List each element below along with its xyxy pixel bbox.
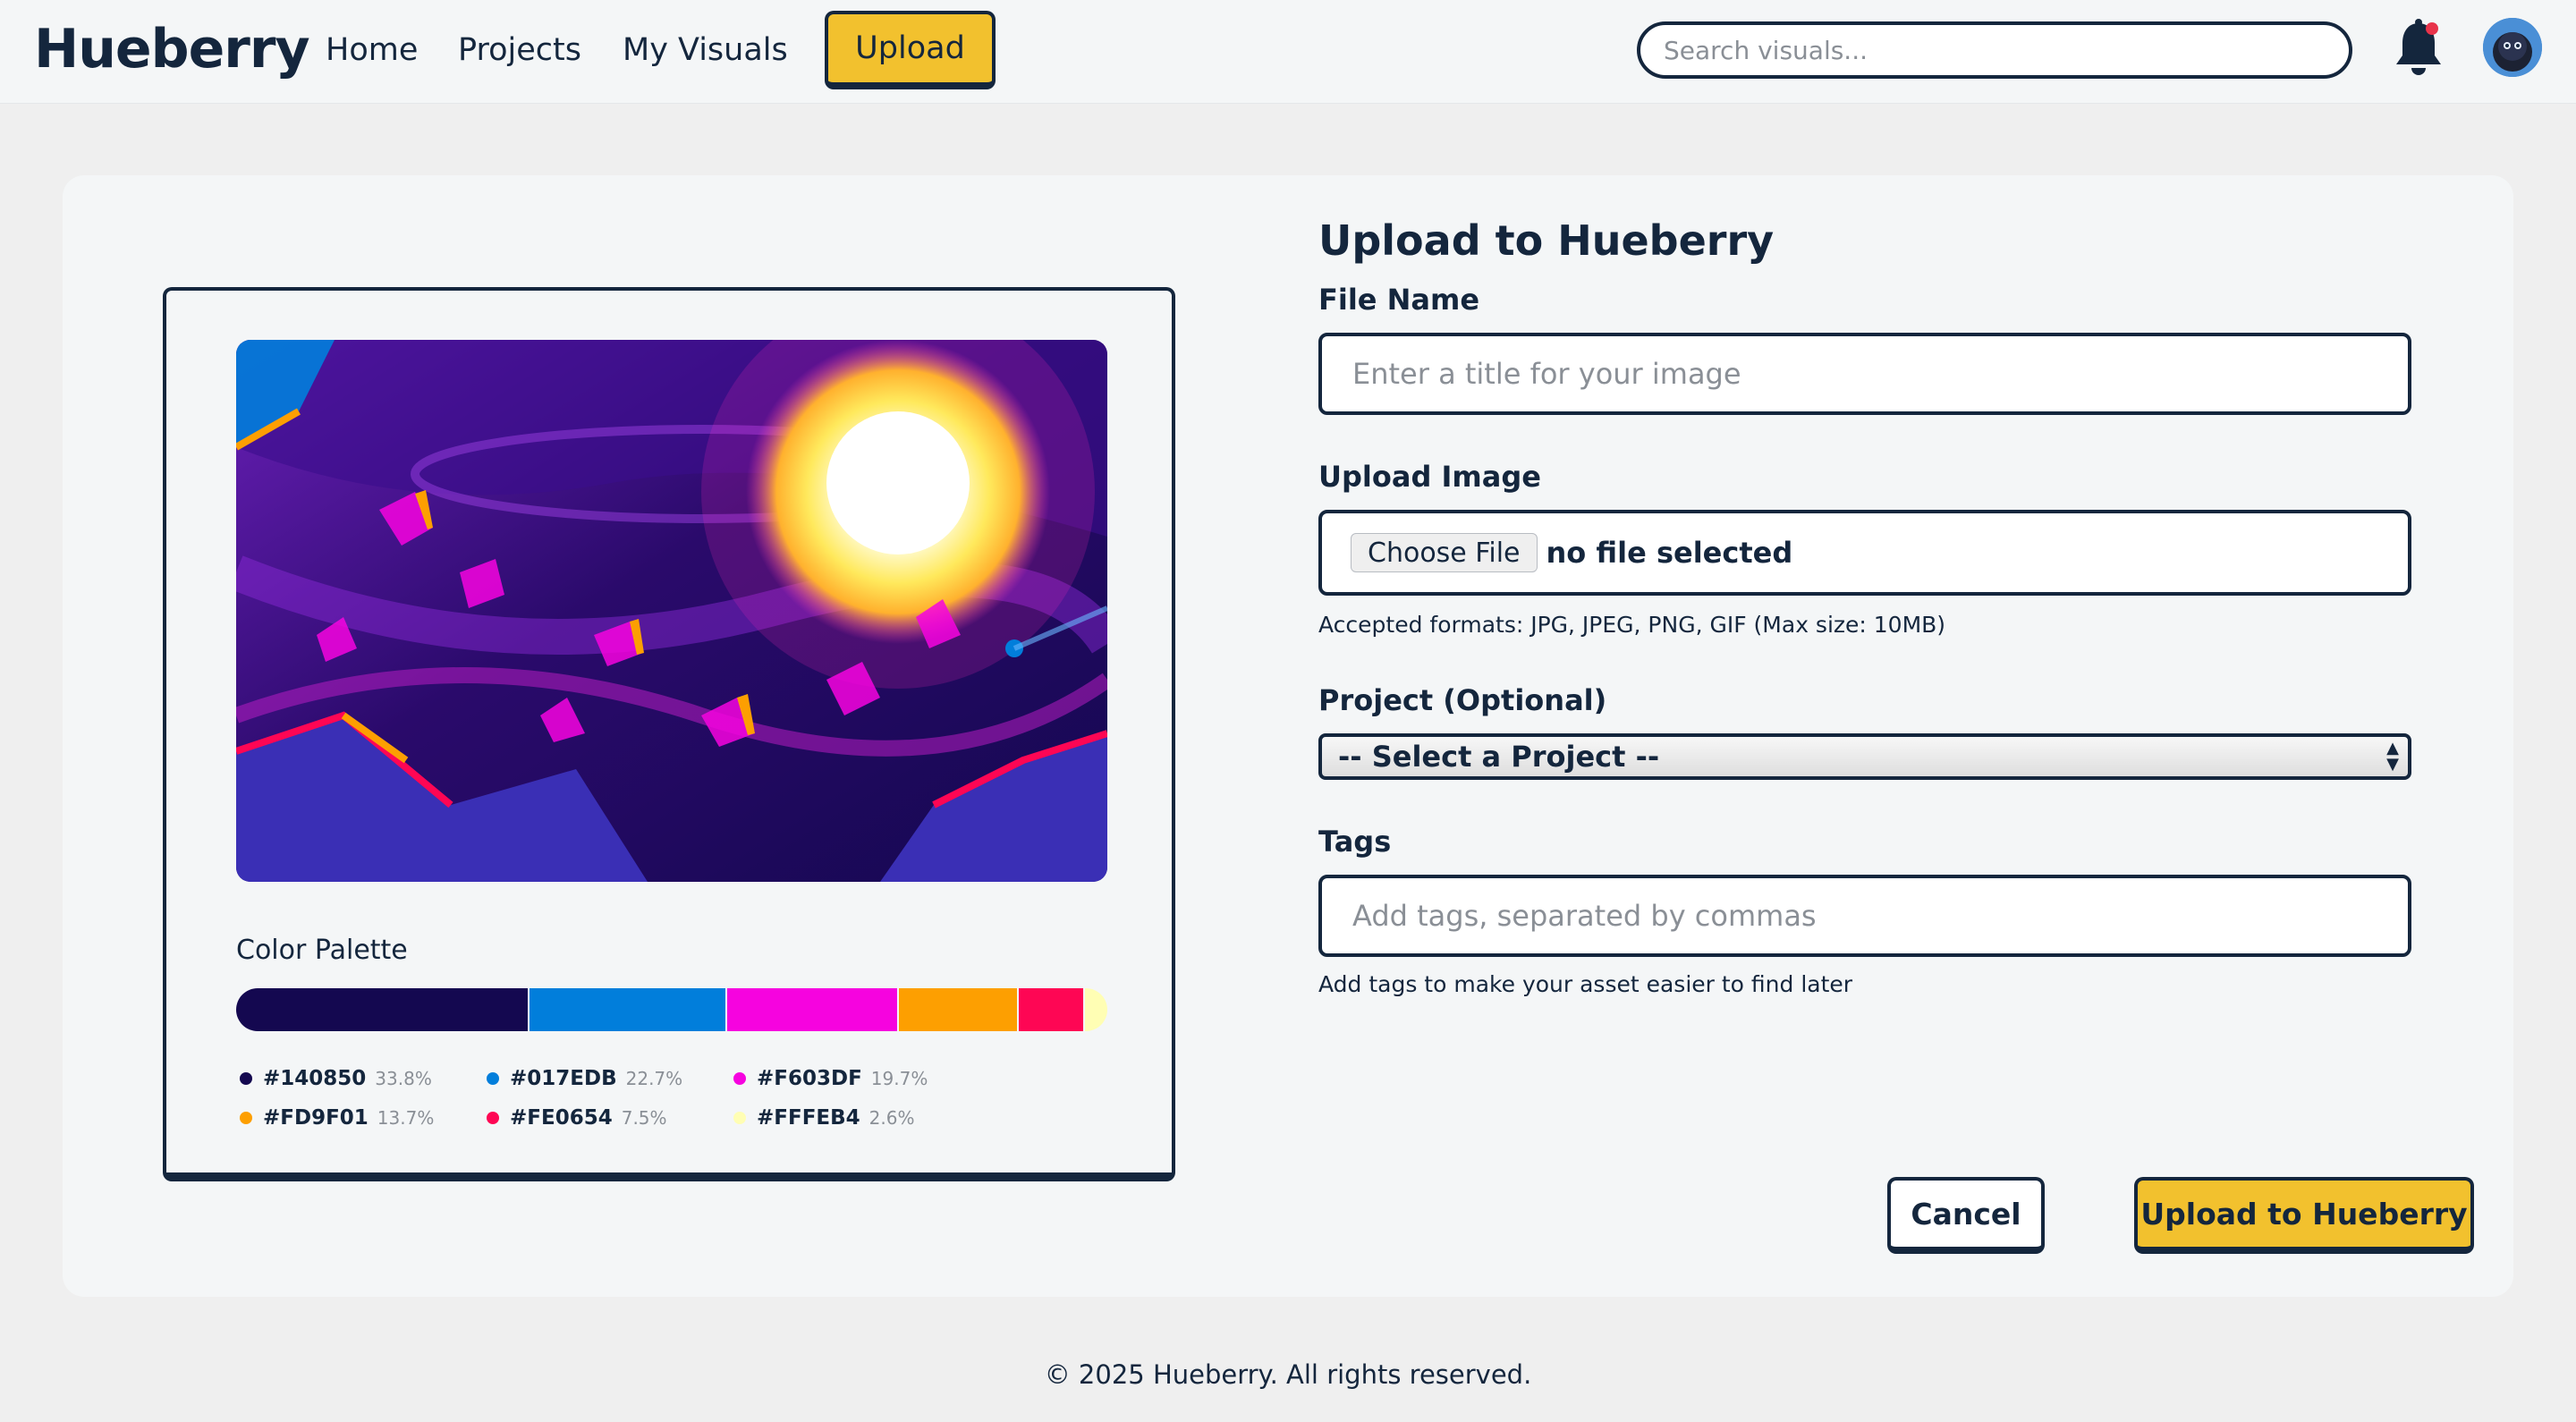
swatch-dot — [487, 1072, 499, 1085]
search-input[interactable] — [1637, 21, 2352, 79]
swatch-dot — [733, 1112, 746, 1124]
palette-segment — [726, 988, 899, 1031]
palette-segment — [898, 988, 1019, 1031]
swatch-percent: 33.8% — [375, 1068, 432, 1089]
palette-segment — [1018, 988, 1085, 1031]
project-label: Project (Optional) — [1318, 683, 1607, 717]
upload-card: Color Palette #140850 33.8% #017EDB 22.7… — [63, 175, 2513, 1297]
palette-swatch: #FE0654 7.5% — [487, 1106, 667, 1130]
palette-swatch: #140850 33.8% — [240, 1067, 432, 1090]
project-select[interactable]: -- Select a Project -- ▲ ▼ — [1318, 733, 2411, 780]
swatch-dot — [240, 1112, 252, 1124]
swatch-hex: #FE0654 — [510, 1106, 613, 1130]
tags-label: Tags — [1318, 825, 1392, 859]
palette-swatch: #F603DF 19.7% — [733, 1067, 928, 1090]
palette-segment — [1084, 988, 1107, 1031]
file-status: no file selected — [1546, 536, 1793, 570]
swatch-percent: 22.7% — [625, 1068, 683, 1089]
logo[interactable]: Hueberry — [34, 18, 310, 80]
notification-dot — [2426, 22, 2438, 35]
preview-image — [236, 340, 1107, 882]
select-arrows-icon: ▲ ▼ — [2386, 739, 2399, 774]
swatch-dot — [487, 1112, 499, 1124]
submit-upload-button[interactable]: Upload to Hueberry — [2134, 1177, 2474, 1254]
project-select-value: -- Select a Project -- — [1338, 740, 1660, 774]
file-upload-field[interactable]: Choose File no file selected — [1318, 510, 2411, 596]
bell-icon[interactable] — [2390, 18, 2447, 79]
palette-segment — [236, 988, 530, 1031]
nav-link-home[interactable]: Home — [326, 32, 418, 68]
footer-copyright: © 2025 Hueberry. All rights reserved. — [1044, 1359, 1532, 1390]
swatch-hex: #F603DF — [757, 1067, 862, 1090]
palette-segment — [529, 988, 727, 1031]
nav-link-projects[interactable]: Projects — [458, 32, 581, 68]
palette-swatch: #FD9F01 13.7% — [240, 1106, 434, 1130]
swatch-percent: 13.7% — [377, 1107, 435, 1129]
formats-help-text: Accepted formats: JPG, JPEG, PNG, GIF (M… — [1318, 612, 1946, 638]
palette-swatch: #FFFEB4 2.6% — [733, 1106, 914, 1130]
file-name-input[interactable] — [1318, 333, 2411, 415]
swatch-percent: 19.7% — [870, 1068, 928, 1089]
palette-bar — [236, 988, 1107, 1031]
choose-file-button[interactable]: Choose File — [1351, 533, 1538, 572]
swatch-hex: #017EDB — [510, 1067, 617, 1090]
avatar[interactable] — [2483, 18, 2542, 77]
tags-input[interactable] — [1318, 875, 2411, 957]
swatch-hex: #FFFEB4 — [757, 1106, 860, 1130]
swatch-hex: #FD9F01 — [263, 1106, 369, 1130]
tags-help-text: Add tags to make your asset easier to fi… — [1318, 971, 1853, 997]
swatch-dot — [240, 1072, 252, 1085]
form-title: Upload to Hueberry — [1318, 216, 1775, 265]
palette-title: Color Palette — [236, 935, 408, 966]
file-name-label: File Name — [1318, 283, 1480, 317]
swatch-percent: 7.5% — [621, 1107, 667, 1129]
upload-image-label: Upload Image — [1318, 460, 1541, 494]
swatch-hex: #140850 — [263, 1067, 367, 1090]
nav-upload-button[interactable]: Upload — [825, 11, 996, 89]
cancel-button[interactable]: Cancel — [1887, 1177, 2045, 1254]
top-nav: Hueberry Home Projects My Visuals Upload — [0, 0, 2576, 104]
nav-link-my-visuals[interactable]: My Visuals — [623, 32, 788, 68]
palette-swatch: #017EDB 22.7% — [487, 1067, 682, 1090]
swatch-dot — [733, 1072, 746, 1085]
image-preview-panel: Color Palette #140850 33.8% #017EDB 22.7… — [163, 287, 1175, 1181]
swatch-percent: 2.6% — [869, 1107, 915, 1129]
